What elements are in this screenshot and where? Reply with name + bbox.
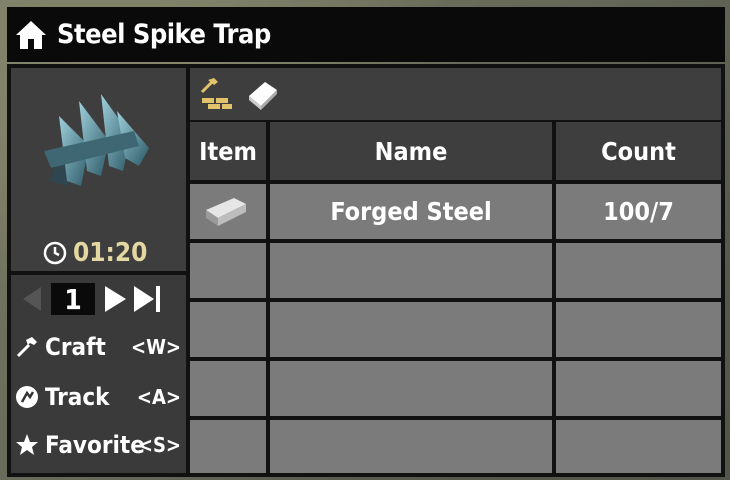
ingredient-icon-cell	[190, 184, 266, 239]
empty-count-cell	[556, 302, 721, 357]
last-page-button[interactable]	[131, 282, 163, 316]
favorite-command[interactable]: Favorite <S>	[15, 425, 185, 465]
clock-icon	[43, 241, 67, 265]
craft-time: 01:20	[73, 238, 148, 268]
panel-body: 01:20 1 Craft <W> Track <A> Favorite <S>…	[7, 64, 725, 477]
star-icon	[15, 433, 39, 457]
skip-to-end-icon	[134, 286, 160, 312]
recipe-book-button[interactable]	[242, 74, 282, 114]
forged-steel-icon	[206, 198, 246, 226]
empty-count-cell	[556, 243, 721, 298]
favorite-label: Favorite	[45, 431, 145, 459]
empty-name-cell	[270, 243, 552, 298]
window-title: Steel Spike Trap	[57, 19, 271, 50]
actions-panel: 1 Craft <W> Track <A> Favorite <S>	[11, 275, 186, 473]
next-page-button[interactable]	[99, 282, 131, 316]
steel-spike-trap-image	[44, 94, 149, 186]
hammer-icon	[15, 335, 39, 359]
column-header-count: Count	[556, 122, 721, 180]
empty-name-cell	[270, 302, 552, 357]
track-hotkey: <A>	[136, 385, 181, 409]
recipe-pager: 1	[15, 281, 163, 317]
home-icon[interactable]	[13, 17, 49, 53]
craft-hotkey: <W>	[130, 335, 181, 359]
ingredients-panel: Item Name Count Forged Steel 100/7	[190, 68, 721, 473]
empty-name-cell	[270, 361, 552, 416]
ingredient-count: 100/7	[556, 184, 721, 239]
station-toolbar	[190, 68, 721, 120]
craft-timer: 01:20	[43, 238, 147, 268]
track-icon	[15, 385, 39, 409]
track-label: Track	[45, 383, 110, 411]
column-header-name: Name	[270, 122, 552, 180]
ingredients-table: Item Name Count Forged Steel 100/7	[190, 122, 721, 473]
empty-count-cell	[556, 420, 721, 473]
ingredient-name: Forged Steel	[270, 184, 552, 239]
craft-command[interactable]: Craft <W>	[15, 327, 185, 367]
recipe-panel: Steel Spike Trap 01:20 1 Craft <W> Track…	[7, 7, 725, 477]
arrow-left-icon	[23, 287, 41, 311]
track-command[interactable]: Track <A>	[15, 377, 185, 417]
recipe-book-icon	[249, 82, 277, 110]
empty-name-cell	[270, 420, 552, 473]
empty-item-cell	[190, 361, 266, 416]
empty-item-cell	[190, 420, 266, 473]
empty-count-cell	[556, 361, 721, 416]
build-tools-button[interactable]	[196, 74, 236, 114]
item-preview: 01:20	[11, 68, 186, 271]
favorite-hotkey: <S>	[137, 433, 181, 457]
empty-item-cell	[190, 302, 266, 357]
page-number: 1	[51, 283, 95, 316]
craft-label: Craft	[45, 333, 106, 361]
empty-item-cell	[190, 243, 266, 298]
previous-page-button[interactable]	[15, 282, 47, 316]
arrow-right-icon	[105, 286, 126, 312]
title-bar: Steel Spike Trap	[7, 7, 725, 62]
build-tools-icon	[200, 78, 232, 109]
column-header-item: Item	[190, 122, 266, 180]
